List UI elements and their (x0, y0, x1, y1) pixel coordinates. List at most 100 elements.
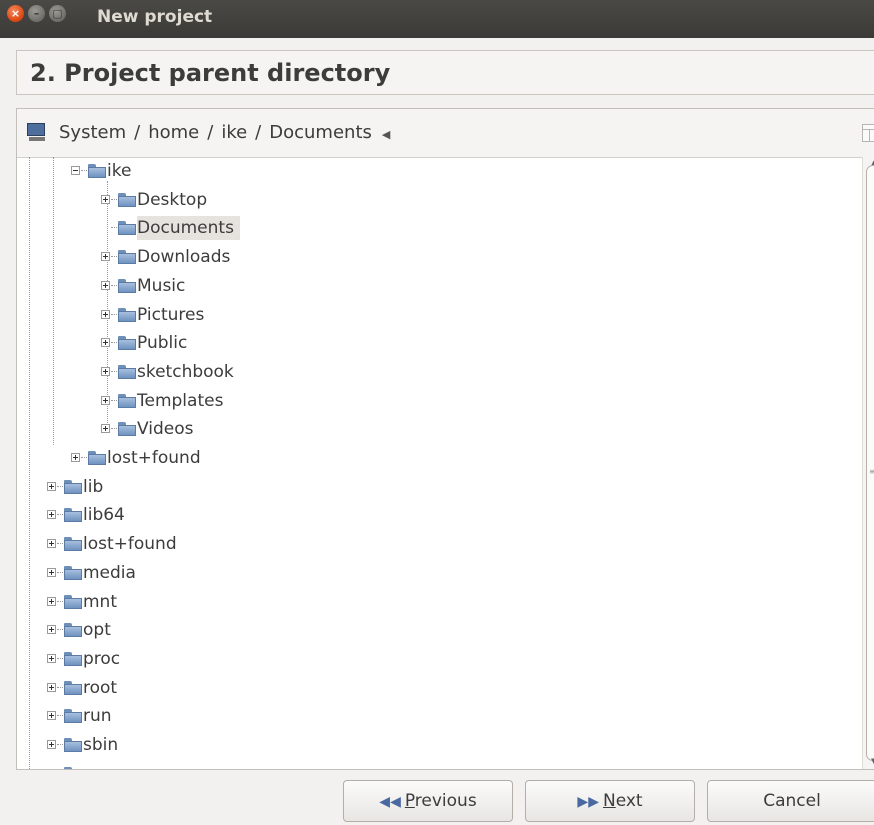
folder-label: Pictures (137, 304, 205, 325)
folder-label: root (83, 677, 118, 698)
tree-row[interactable]: sketchbook (101, 360, 501, 384)
folder-label: lib (83, 476, 104, 497)
tree-row[interactable]: lib64 (47, 503, 447, 527)
minimize-window-button[interactable]: – (28, 5, 45, 22)
next-icon: ▶▶ (577, 794, 599, 810)
tree-row[interactable]: ike (71, 159, 471, 183)
folder-icon (64, 766, 82, 769)
vertical-scrollbar[interactable]: ▲ ≡ ▼ (862, 157, 874, 769)
folder-icon (64, 594, 82, 609)
expand-icon[interactable] (47, 481, 56, 491)
path-back-arrow-icon[interactable]: ◀ (372, 128, 390, 141)
tree-row[interactable]: srv (47, 762, 447, 769)
folder-icon (64, 479, 82, 494)
folder-icon (118, 422, 136, 437)
close-window-button[interactable]: × (7, 5, 24, 22)
folder-label: opt (83, 620, 111, 641)
tree-row[interactable]: Pictures (101, 303, 501, 327)
crumb-user[interactable]: ike (221, 122, 247, 143)
folder-label: proc (83, 648, 121, 669)
folder-label: Videos (137, 419, 194, 440)
folder-label: lost+found (83, 534, 177, 555)
expand-icon[interactable] (47, 625, 56, 635)
folder-icon (118, 221, 136, 236)
expand-icon[interactable] (101, 280, 110, 290)
folder-icon (88, 451, 106, 465)
folder-icon (64, 508, 82, 523)
scroll-grip-icon: ≡ (869, 467, 874, 476)
tree-row[interactable]: proc (47, 647, 447, 671)
folder-label: mnt (83, 591, 117, 612)
breadcrumb: System / home / ike / Documents ◀ (59, 109, 390, 159)
expand-icon[interactable] (101, 252, 110, 262)
expand-icon[interactable] (101, 194, 110, 204)
expand-icon[interactable] (47, 711, 56, 721)
folder-icon (64, 709, 82, 724)
crumb-system[interactable]: System (59, 122, 126, 143)
maximize-window-button[interactable]: ▢ (49, 5, 66, 22)
expand-icon[interactable] (101, 424, 110, 434)
tree-row[interactable]: lost+found (47, 532, 447, 556)
crumb-separator: / (207, 122, 214, 143)
folder-icon (118, 250, 136, 265)
window-title: New project (97, 7, 213, 27)
folder-icon (64, 565, 82, 580)
tree-row[interactable]: sbin (47, 733, 447, 757)
tree-row[interactable]: Public (101, 331, 501, 355)
tree-row[interactable]: Documents (101, 216, 501, 241)
scrollbar-thumb[interactable] (866, 165, 874, 761)
crumb-home[interactable]: home (148, 122, 199, 143)
expand-icon[interactable] (101, 395, 110, 405)
previous-button[interactable]: ◀◀ Previous (343, 780, 513, 822)
tree-row[interactable]: media (47, 561, 447, 585)
expand-icon[interactable] (47, 740, 56, 749)
crumb-documents[interactable]: Documents (269, 122, 372, 143)
tree-row[interactable]: root (47, 676, 447, 700)
folder-label: Templates (137, 390, 224, 411)
cancel-button[interactable]: Cancel (707, 780, 874, 822)
folder-label: srv (83, 762, 113, 769)
tree-row[interactable]: opt (47, 618, 447, 642)
tree-row[interactable]: mnt (47, 590, 447, 614)
tree-guide-line (29, 157, 30, 769)
expand-icon[interactable] (47, 510, 56, 520)
folder-icon (118, 364, 136, 379)
expand-icon[interactable] (47, 596, 56, 606)
computer-icon (27, 123, 47, 141)
expand-icon[interactable] (47, 539, 56, 549)
folder-icon (64, 680, 82, 695)
expand-icon[interactable] (101, 366, 110, 376)
path-bar: System / home / ike / Documents ◀ (17, 109, 874, 158)
expand-icon[interactable] (101, 338, 110, 348)
tree-row[interactable]: Templates (101, 389, 501, 413)
collapse-icon[interactable] (71, 166, 80, 175)
step-header: 2. Project parent directory (16, 50, 874, 95)
folder-label: Public (137, 333, 188, 354)
crumb-separator: / (134, 122, 141, 143)
folder-icon (118, 336, 136, 351)
folder-icon (64, 738, 82, 752)
tree-row[interactable]: run (47, 704, 447, 728)
folder-label: media (83, 562, 136, 583)
folder-label: Downloads (137, 247, 231, 268)
expand-icon[interactable] (71, 453, 80, 462)
tree-row[interactable]: Music (101, 274, 501, 298)
folder-icon (118, 393, 136, 408)
expand-icon[interactable] (47, 567, 56, 577)
tree-row[interactable]: lost+found (71, 446, 471, 470)
tree-row[interactable]: lib (47, 475, 447, 499)
folder-label: Desktop (137, 189, 208, 210)
folder-label: lost+found (107, 448, 201, 468)
folder-label: Documents (137, 216, 240, 241)
tree-row[interactable]: Downloads (101, 245, 501, 269)
toggle-view-icon[interactable] (862, 124, 874, 142)
expand-icon[interactable] (101, 309, 110, 319)
folder-tree: ike Desktop Documents Downloads Music Picture… (17, 157, 862, 769)
tree-row[interactable]: Videos (101, 417, 501, 441)
expand-icon[interactable] (47, 653, 56, 663)
tree-row[interactable]: Desktop (101, 188, 501, 212)
next-button[interactable]: ▶▶ Next (525, 780, 695, 822)
tree-guide-line (53, 157, 54, 445)
maximize-icon: ▢ (52, 7, 63, 20)
expand-icon[interactable] (47, 682, 56, 692)
